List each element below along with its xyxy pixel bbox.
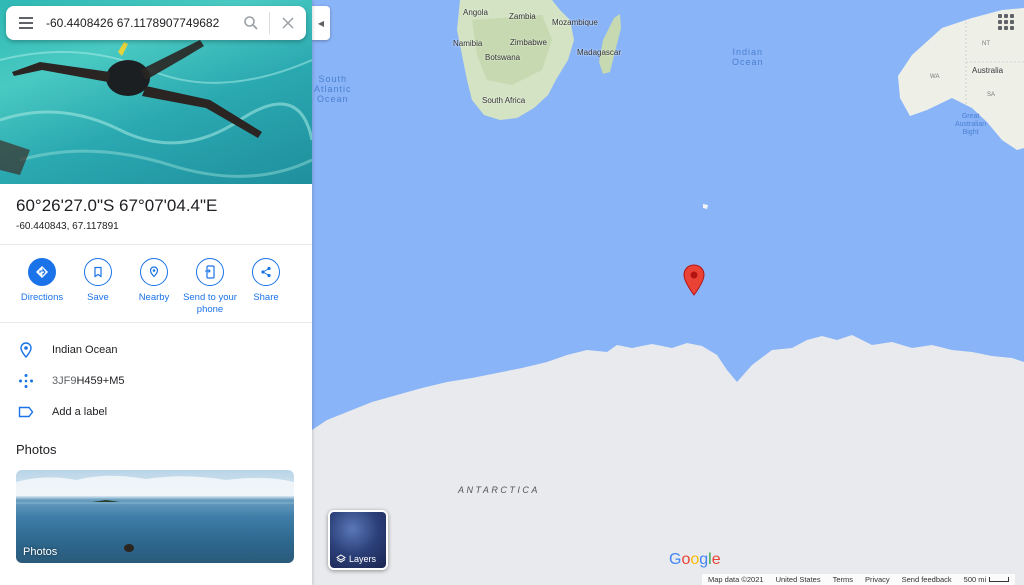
australia-label: Australia bbox=[972, 66, 1004, 75]
directions-icon bbox=[28, 258, 56, 286]
side-panel: 60°26'27.0"S 67°07'04.4"E -60.440843, 67… bbox=[0, 0, 312, 585]
send-feedback-link[interactable]: Send feedback bbox=[902, 575, 952, 584]
map-data-attribution: Map data ©2021 bbox=[708, 575, 764, 584]
angola-label: Angola bbox=[463, 8, 488, 17]
nt-label: NT bbox=[982, 41, 990, 47]
ocean-photo bbox=[16, 475, 294, 552]
layers-icon bbox=[336, 554, 346, 563]
south-africa-label: South Africa bbox=[482, 96, 526, 105]
mozambique-label: Mozambique bbox=[552, 18, 598, 27]
action-buttons: Directions Save Nearby Send to your phon… bbox=[14, 258, 294, 316]
plus-code-suffix: H459+M5 bbox=[76, 375, 125, 387]
photos-heading: Photos bbox=[16, 442, 57, 457]
layers-button[interactable]: Layers bbox=[328, 510, 388, 570]
madagascar-landmass bbox=[599, 14, 621, 74]
chevron-left-icon: ◀ bbox=[317, 18, 325, 28]
google-apps-icon[interactable] bbox=[998, 14, 1014, 30]
send-to-phone-button[interactable]: Send to your phone bbox=[182, 258, 238, 316]
plus-code-prefix: 3JF9 bbox=[52, 375, 77, 387]
google-logo: Google bbox=[669, 551, 721, 568]
divider bbox=[0, 322, 312, 323]
save-button[interactable]: Save bbox=[70, 258, 126, 316]
place-title: 60°26'27.0"S 67°07'04.4"E bbox=[16, 196, 218, 215]
wa-label: WA bbox=[930, 74, 940, 80]
antarctica-landmass bbox=[312, 335, 1024, 585]
botswana-label: Botswana bbox=[485, 53, 521, 62]
search-box bbox=[6, 6, 306, 40]
photo-card[interactable]: Photos bbox=[16, 470, 294, 563]
close-icon[interactable] bbox=[270, 6, 306, 40]
nearby-icon bbox=[140, 258, 168, 286]
location-pin-outline-icon bbox=[0, 342, 52, 358]
nearby-label: Nearby bbox=[138, 292, 170, 303]
map-footer: Map data ©2021 United States Terms Priva… bbox=[702, 574, 1016, 585]
namibia-label: Namibia bbox=[453, 39, 483, 48]
send-to-phone-label: Send to your phone bbox=[183, 292, 237, 315]
zimbabwe-label: Zimbabwe bbox=[510, 38, 547, 47]
search-input[interactable] bbox=[46, 16, 233, 30]
save-label: Save bbox=[87, 292, 109, 303]
map-canvas[interactable]: South Atlantic Ocean Indian Ocean Angola… bbox=[312, 0, 1024, 585]
add-label-text: Add a label bbox=[52, 406, 108, 418]
region-link[interactable]: United States bbox=[776, 575, 821, 584]
location-text: Indian Ocean bbox=[52, 344, 118, 356]
send-to-phone-icon bbox=[196, 258, 224, 286]
madagascar-label: Madagascar bbox=[577, 48, 622, 57]
south-atlantic-label: South Atlantic Ocean bbox=[314, 74, 352, 104]
location-row[interactable]: Indian Ocean bbox=[0, 335, 312, 365]
scale-bar bbox=[989, 577, 1010, 582]
map-scale[interactable]: 500 mi bbox=[964, 575, 1010, 584]
antarctica-label: ANTARCTICA bbox=[458, 485, 540, 495]
share-label: Share bbox=[253, 292, 279, 303]
directions-button[interactable]: Directions bbox=[14, 258, 70, 316]
island-landmass bbox=[703, 204, 708, 209]
share-button[interactable]: Share bbox=[238, 258, 294, 316]
zambia-label: Zambia bbox=[509, 12, 536, 21]
add-label-row[interactable]: Add a label bbox=[0, 397, 312, 427]
map-landmasses bbox=[312, 0, 1024, 585]
plus-code-icon bbox=[0, 373, 52, 389]
location-pin-icon[interactable] bbox=[682, 264, 706, 296]
divider bbox=[0, 244, 312, 245]
menu-icon[interactable] bbox=[6, 6, 46, 40]
decimal-coordinates: -60.440843, 67.117891 bbox=[16, 221, 119, 232]
great-australian-bight-label: Great Australian Bight bbox=[955, 113, 987, 136]
directions-label: Directions bbox=[20, 292, 64, 303]
photo-card-caption: Photos bbox=[23, 546, 58, 558]
app-root: South Atlantic Ocean Indian Ocean Angola… bbox=[0, 0, 1024, 585]
layers-label: Layers bbox=[349, 554, 377, 564]
terms-link[interactable]: Terms bbox=[833, 575, 853, 584]
nearby-button[interactable]: Nearby bbox=[126, 258, 182, 316]
indian-ocean-label: Indian Ocean bbox=[732, 47, 764, 67]
plus-code-text: 3JF9H459+M5 bbox=[52, 375, 124, 387]
share-icon bbox=[252, 258, 280, 286]
collapse-panel-button[interactable]: ◀ bbox=[312, 6, 330, 40]
plus-code-row[interactable]: 3JF9H459+M5 bbox=[0, 366, 312, 396]
bookmark-icon bbox=[84, 258, 112, 286]
sa-label: SA bbox=[987, 92, 996, 98]
search-icon[interactable] bbox=[233, 6, 269, 40]
privacy-link[interactable]: Privacy bbox=[865, 575, 890, 584]
label-icon bbox=[0, 406, 52, 418]
